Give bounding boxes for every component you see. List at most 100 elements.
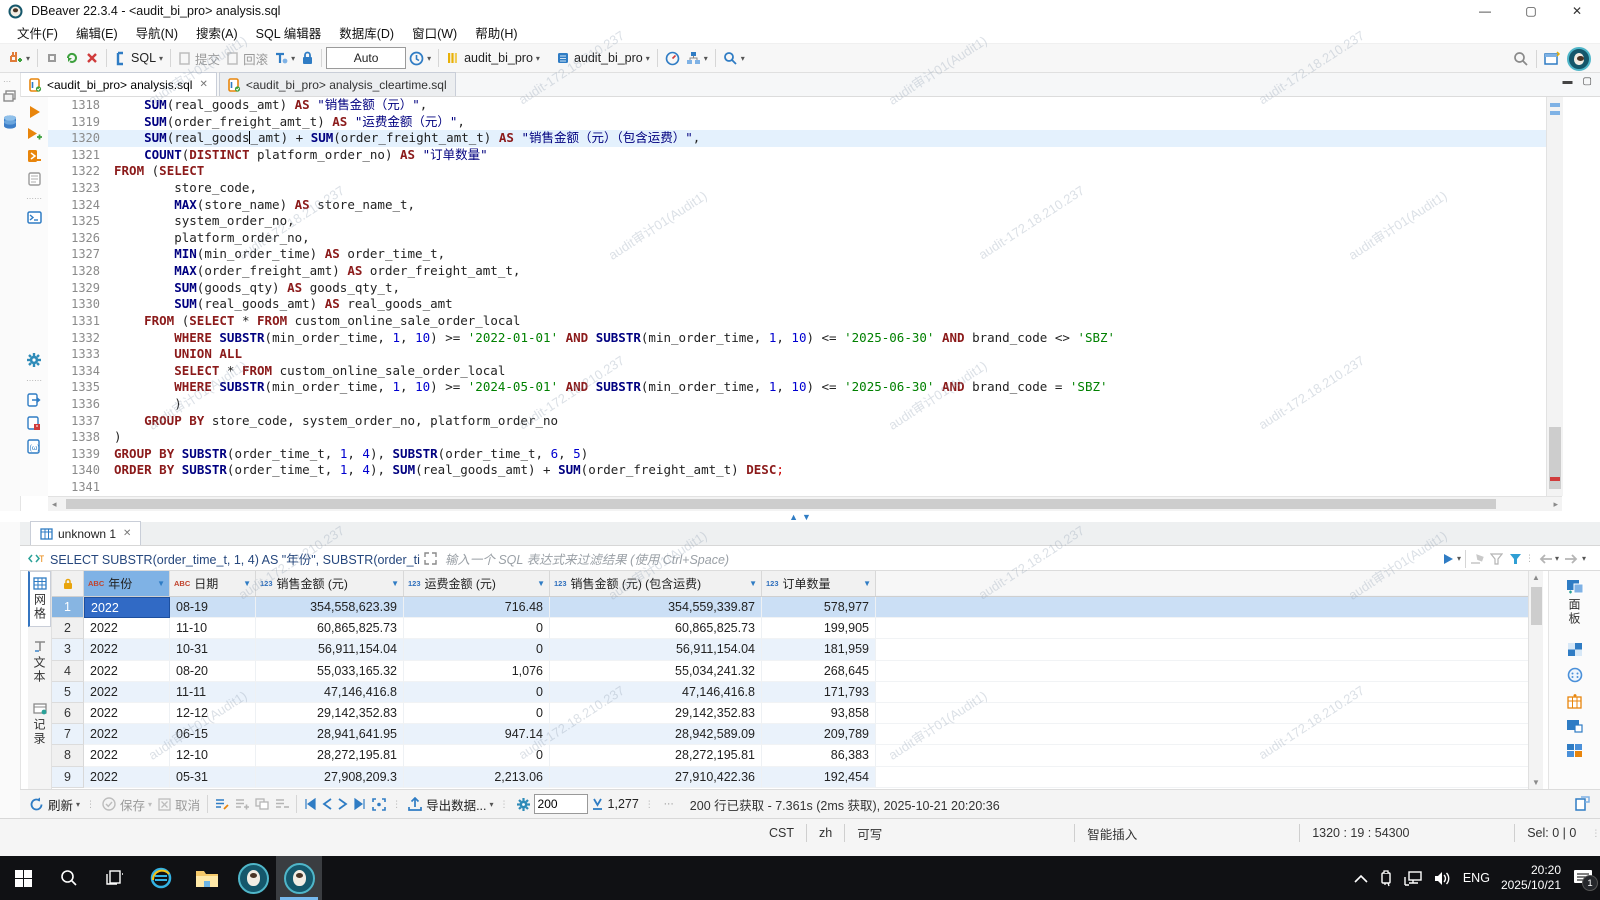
- table-cell[interactable]: 209,789: [762, 724, 876, 746]
- column-dropdown-icon[interactable]: ▼: [391, 579, 399, 588]
- table-row-2[interactable]: 2 2022 11-10 60,865,825.73 0 60,865,825.73 199…: [52, 618, 1528, 640]
- table-row-4[interactable]: 4 2022 08-20 55,033,165.32 1,076 55,034,241.3…: [52, 660, 1528, 682]
- sql-editor[interactable]: 1318 SUM(real_goods_amt) AS "销售金额（元）", 13…: [48, 97, 1546, 496]
- results-vertical-scrollbar[interactable]: ▲ ▼: [1528, 571, 1543, 789]
- notification-icon[interactable]: 1: [1572, 868, 1598, 891]
- table-row-3[interactable]: 3 2022 10-31 56,911,154.04 0 56,911,154.04 181…: [52, 639, 1528, 661]
- menu-item-3[interactable]: 搜索(A): [187, 23, 247, 42]
- panels-icon[interactable]: [1566, 579, 1584, 594]
- erase-filter-icon[interactable]: [1470, 553, 1484, 565]
- code-line-1321[interactable]: 1321 COUNT(DISTINCT platform_order_no) A…: [48, 147, 1546, 164]
- table-cell[interactable]: 192,454: [762, 766, 876, 788]
- tab-record[interactable]: 记录: [28, 697, 51, 751]
- transaction-mode-button[interactable]: ▾: [271, 46, 298, 70]
- code-line-1322[interactable]: 1322 FROM (SELECT: [48, 163, 1546, 180]
- apply-filter-play-icon[interactable]: [1443, 553, 1454, 565]
- table-cell[interactable]: 578,977: [762, 597, 876, 619]
- open-perspective-icon[interactable]: [1541, 47, 1564, 71]
- settings-gear-icon[interactable]: [26, 352, 42, 368]
- menu-item-4[interactable]: SQL 编辑器: [247, 23, 331, 42]
- filter-forward-dropdown-icon[interactable]: ▾: [1582, 554, 1586, 563]
- menu-item-6[interactable]: 窗口(W): [403, 23, 466, 42]
- script-output-icon[interactable]: (ω): [27, 439, 41, 454]
- table-cell[interactable]: 0: [404, 618, 550, 640]
- focus-row-icon[interactable]: [369, 792, 389, 816]
- editor-tab-0[interactable]: <audit_bi_pro> analysis.sql ✕: [20, 72, 217, 96]
- table-cell[interactable]: 2022: [84, 660, 170, 682]
- table-row-5[interactable]: 5 2022 11-11 47,146,416.8 0 47,146,416.8 171,7…: [52, 681, 1528, 703]
- table-cell[interactable]: 55,033,165.32: [256, 660, 404, 682]
- sql-editor-button[interactable]: SQL ▾: [111, 46, 166, 70]
- taskbar-clock[interactable]: 20:20 2025/10/21: [1501, 863, 1561, 893]
- tab-grid[interactable]: 网格: [28, 571, 51, 627]
- export-data-button[interactable]: 导出数据... ▾: [405, 792, 496, 816]
- table-cell[interactable]: 947.14: [404, 724, 550, 746]
- column-header-5[interactable]: 123 订单数量 ▼: [762, 571, 876, 596]
- dashboard-button[interactable]: [662, 46, 683, 70]
- table-cell[interactable]: 12-10: [170, 745, 256, 767]
- table-cell[interactable]: 60,865,825.73: [550, 618, 762, 640]
- rollback-button[interactable]: 回滚: [223, 46, 271, 70]
- fetch-all-icon[interactable]: 1,277: [588, 792, 642, 816]
- code-line-1335[interactable]: 1335 WHERE SUBSTR(min_order_time, 1, 10)…: [48, 379, 1546, 396]
- status-caret-position[interactable]: 1320 : 19 : 54300: [1300, 824, 1516, 842]
- maximize-view-icon[interactable]: ▢: [1583, 76, 1592, 87]
- table-row-7[interactable]: 7 2022 06-15 28,941,641.95 947.14 28,942,589.…: [52, 724, 1528, 746]
- table-cell[interactable]: 10-31: [170, 639, 256, 661]
- calc-panel-icon[interactable]: [1566, 743, 1583, 758]
- taskbar-search-icon[interactable]: [46, 856, 92, 900]
- next-row-icon[interactable]: [335, 792, 351, 816]
- filter-back-icon[interactable]: [1538, 553, 1552, 564]
- explain-plan-icon[interactable]: [27, 172, 41, 186]
- database-navigator-icon[interactable]: [2, 114, 20, 131]
- lock-icon[interactable]: [298, 46, 317, 70]
- first-row-icon[interactable]: [301, 792, 319, 816]
- code-line-1337[interactable]: 1337 GROUP BY store_code, system_order_n…: [48, 413, 1546, 430]
- last-row-icon[interactable]: [351, 792, 369, 816]
- preview-panel-icon[interactable]: [1566, 719, 1583, 733]
- edit-cell-icon[interactable]: [212, 792, 232, 816]
- table-cell[interactable]: 11-11: [170, 681, 256, 703]
- menu-item-1[interactable]: 编辑(E): [67, 23, 127, 42]
- execute-script-icon[interactable]: [27, 149, 41, 164]
- column-dropdown-icon[interactable]: ▼: [537, 579, 545, 588]
- table-row-8[interactable]: 8 2022 12-10 28,272,195.81 0 28,272,195.81 86,…: [52, 745, 1528, 767]
- start-button[interactable]: [0, 856, 46, 900]
- code-line-1333[interactable]: 1333 UNION ALL: [48, 346, 1546, 363]
- editor-tab-close-icon[interactable]: ✕: [199, 79, 207, 90]
- restore-panel-icon[interactable]: [3, 90, 20, 102]
- code-line-1320[interactable]: 1320 SUM(real_goods_amt) + SUM(order_fre…: [48, 130, 1546, 147]
- volume-icon[interactable]: [1434, 871, 1452, 886]
- table-cell[interactable]: 08-20: [170, 660, 256, 682]
- table-cell[interactable]: 2022: [84, 766, 170, 788]
- execute-statement-icon[interactable]: [28, 105, 41, 119]
- table-cell[interactable]: 47,146,416.8: [256, 681, 404, 703]
- network-icon[interactable]: [1404, 870, 1423, 886]
- editor-vertical-scrollbar[interactable]: [1546, 97, 1563, 496]
- filter-history-dropdown-icon[interactable]: ▾: [1457, 554, 1461, 563]
- execute-new-tab-icon[interactable]: [27, 127, 42, 141]
- internet-explorer-icon[interactable]: [138, 856, 184, 900]
- table-cell[interactable]: 28,942,589.09: [550, 724, 762, 746]
- results-filter-bar[interactable]: T SELECT SUBSTR(order_time_t, 1, 4) AS "…: [20, 546, 1600, 571]
- results-tab[interactable]: unknown 1 ✕: [30, 521, 142, 545]
- table-cell[interactable]: 06-15: [170, 724, 256, 746]
- row-number[interactable]: 7: [52, 724, 84, 746]
- table-cell[interactable]: 2022: [84, 745, 170, 767]
- new-connection-button[interactable]: ▾: [4, 46, 33, 70]
- column-header-3[interactable]: 123 运费金额 (元) ▼: [404, 571, 550, 596]
- column-dropdown-icon[interactable]: ▼: [157, 579, 165, 588]
- save-button[interactable]: 保存 ▾: [99, 792, 155, 816]
- code-line-1339[interactable]: 1339 GROUP BY SUBSTR(order_time_t, 1, 4),…: [48, 446, 1546, 463]
- table-cell[interactable]: 354,558,623.39: [256, 597, 404, 619]
- custom-filter-icon[interactable]: [1509, 553, 1522, 565]
- table-cell[interactable]: 354,559,339.87: [550, 597, 762, 619]
- task-view-icon[interactable]: [92, 856, 138, 900]
- table-cell[interactable]: 268,645: [762, 660, 876, 682]
- table-cell[interactable]: 28,272,195.81: [256, 745, 404, 767]
- connect-button[interactable]: [42, 46, 62, 70]
- row-number[interactable]: 9: [52, 766, 84, 788]
- quick-search-icon[interactable]: [1510, 47, 1532, 71]
- dbeaver-active-window-icon[interactable]: [276, 856, 322, 900]
- previous-row-icon[interactable]: [319, 792, 335, 816]
